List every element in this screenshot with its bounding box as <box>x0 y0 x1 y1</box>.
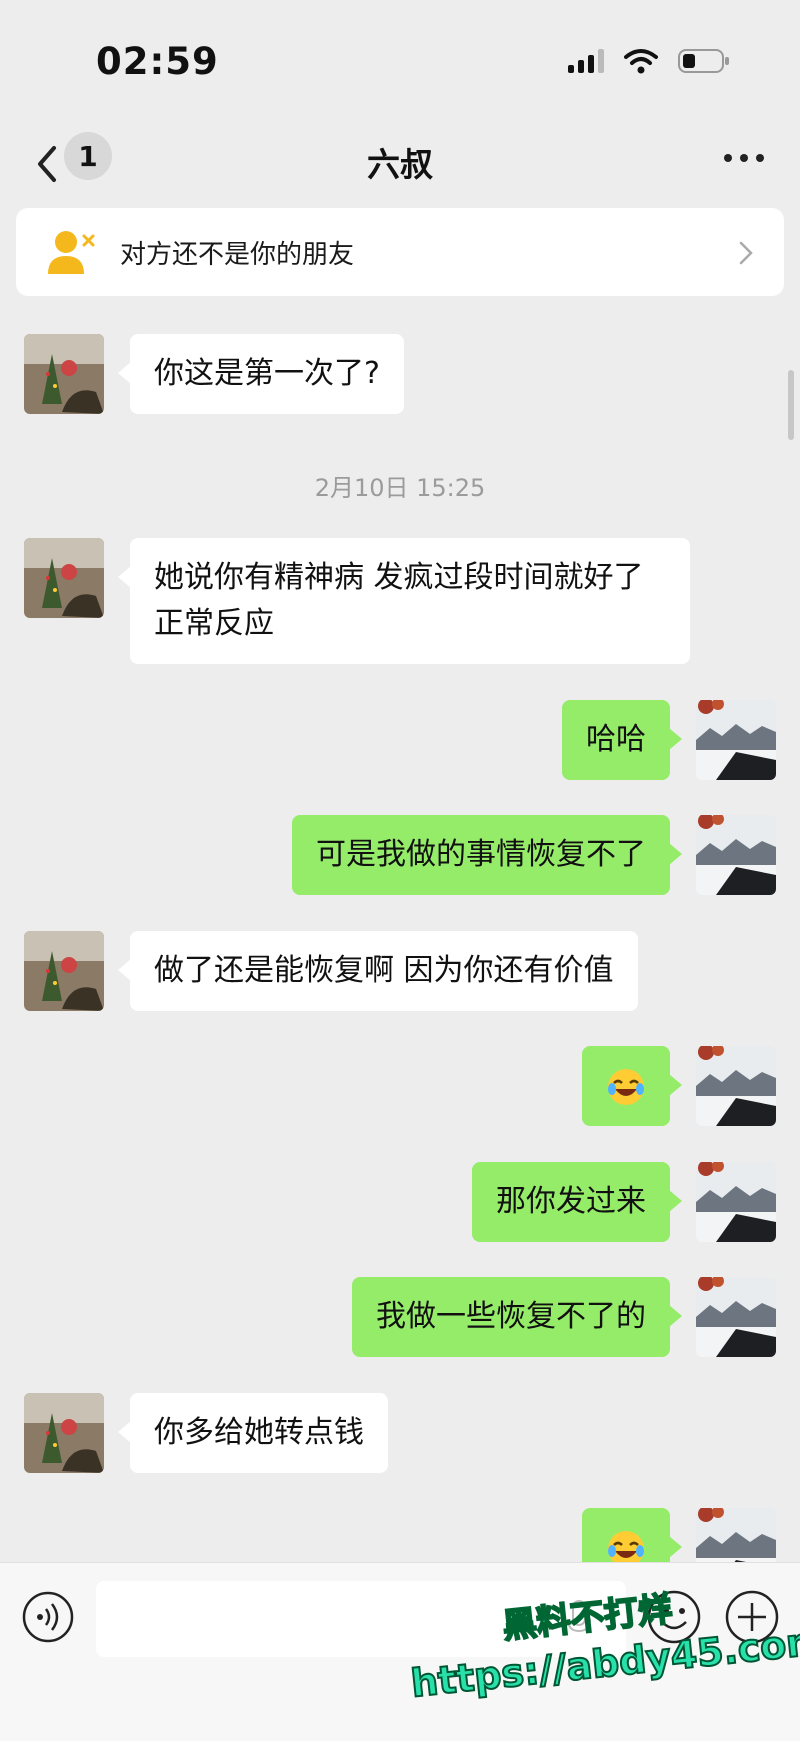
notice-text: 对方还不是你的朋友 <box>120 240 355 270</box>
my-avatar[interactable] <box>696 815 776 895</box>
status-bar: 02:59 <box>0 0 800 120</box>
contact-avatar[interactable] <box>24 931 104 1011</box>
my-avatar[interactable] <box>696 1046 776 1126</box>
my-avatar[interactable] <box>696 1277 776 1357</box>
chat-title: 六叔 <box>367 145 433 184</box>
voice-input-icon[interactable] <box>22 1591 74 1643</box>
status-time: 02:59 <box>96 40 219 83</box>
wifi-icon <box>624 49 658 74</box>
watermark: 黑料不打烊 https://abdy45.com <box>408 1588 800 1740</box>
battery-icon <box>678 49 729 73</box>
outgoing-message-bubble[interactable]: 那你发过来 <box>472 1162 682 1242</box>
message-list[interactable]: 你这是第一次了? 2月10日 15:25 她说你有精神病 发疯过段时间就好了 正… <box>0 310 800 1562</box>
my-avatar[interactable] <box>696 700 776 780</box>
incoming-message-bubble[interactable]: 你这是第一次了? <box>118 334 404 414</box>
cellular-signal-icon <box>568 49 604 73</box>
outgoing-message-bubble[interactable] <box>582 1508 682 1562</box>
incoming-message-bubble[interactable]: 你多给她转点钱 <box>118 1393 388 1473</box>
outgoing-message-bubble[interactable]: 可是我做的事情恢复不了 <box>292 815 682 895</box>
contact-avatar[interactable] <box>24 1393 104 1473</box>
more-icon[interactable] <box>724 154 764 162</box>
scrollbar[interactable] <box>788 370 794 440</box>
outgoing-message-bubble[interactable] <box>582 1046 682 1126</box>
contact-avatar[interactable] <box>24 538 104 618</box>
incoming-message-bubble[interactable]: 做了还是能恢复啊 因为你还有价值 <box>118 931 638 1011</box>
laugh-cry-emoji-icon <box>608 1068 644 1105</box>
user-remove-icon <box>48 231 95 274</box>
contact-avatar[interactable] <box>24 334 104 414</box>
not-friend-notice[interactable]: 对方还不是你的朋友 <box>16 208 784 296</box>
chevron-right-icon <box>739 241 753 265</box>
my-avatar[interactable] <box>696 1508 776 1562</box>
laugh-cry-emoji-icon <box>608 1530 644 1562</box>
my-avatar[interactable] <box>696 1162 776 1242</box>
outgoing-message-bubble[interactable]: 我做一些恢复不了的 <box>352 1277 682 1357</box>
message-timestamp: 2月10日 15:25 <box>314 474 486 502</box>
outgoing-message-bubble[interactable]: 哈哈 <box>562 700 682 780</box>
incoming-message-bubble[interactable]: 她说你有精神病 发疯过段时间就好了 正常反应 <box>118 538 690 664</box>
